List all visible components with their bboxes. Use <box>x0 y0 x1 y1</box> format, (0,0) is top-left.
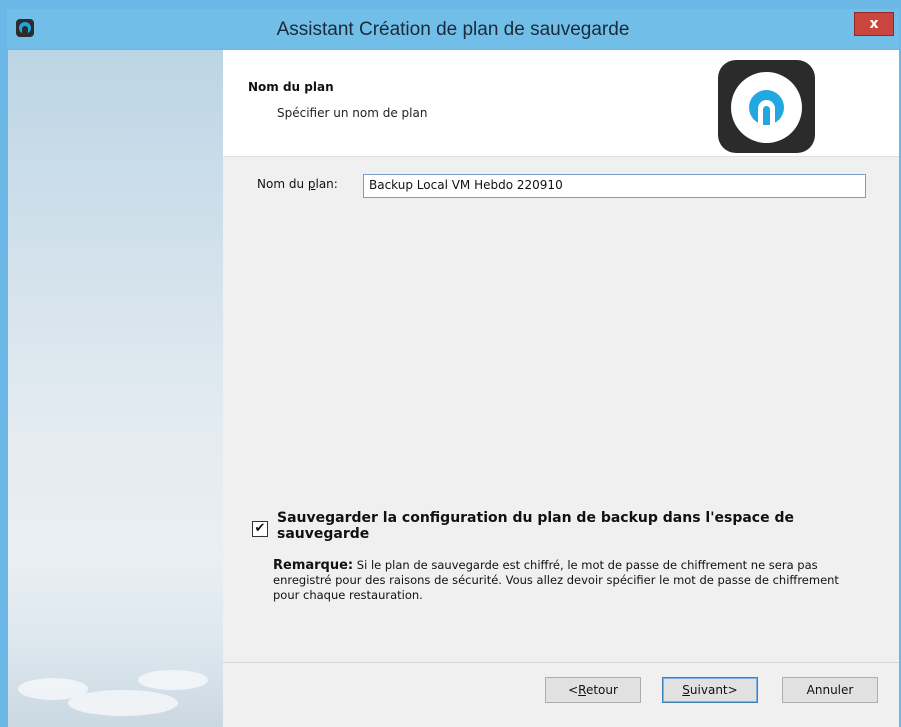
logo-icon <box>718 60 815 153</box>
plan-name-label: Nom du plan: <box>257 177 338 191</box>
close-button[interactable]: x <box>854 12 894 36</box>
cancel-button[interactable]: Annuler <box>782 677 878 703</box>
back-button[interactable]: <Retour <box>545 677 641 703</box>
note-text: Remarque: Si le plan de sauvegarde est c… <box>273 558 853 603</box>
wizard-header: Nom du plan Spécifier un nom de plan <box>223 50 899 157</box>
cloud-decoration <box>68 690 178 716</box>
close-icon[interactable]: x <box>869 16 878 32</box>
next-button[interactable]: Suivant> <box>662 677 758 703</box>
plan-name-input[interactable]: Backup Local VM Hebdo 220910 <box>363 174 866 198</box>
side-banner-image <box>8 50 223 727</box>
checkmark-icon: ✔ <box>254 521 266 536</box>
wizard-window: Assistant Création de plan de sauvegarde… <box>0 0 901 727</box>
cloud-decoration <box>138 670 208 690</box>
title-bar[interactable]: Assistant Création de plan de sauvegarde… <box>7 9 899 49</box>
wizard-content: Nom du plan Spécifier un nom de plan Nom… <box>223 50 899 727</box>
save-config-checkbox[interactable]: ✔ <box>252 521 268 537</box>
save-config-label[interactable]: Sauvegarder la configuration du plan de … <box>277 510 847 542</box>
note-title: Remarque: <box>273 558 354 573</box>
header-title: Nom du plan <box>248 80 334 94</box>
window-title: Assistant Création de plan de sauvegarde <box>276 19 630 40</box>
footer-divider <box>223 662 899 663</box>
header-subtitle: Spécifier un nom de plan <box>277 106 428 120</box>
note-body: Si le plan de sauvegarde est chiffré, le… <box>273 558 839 602</box>
